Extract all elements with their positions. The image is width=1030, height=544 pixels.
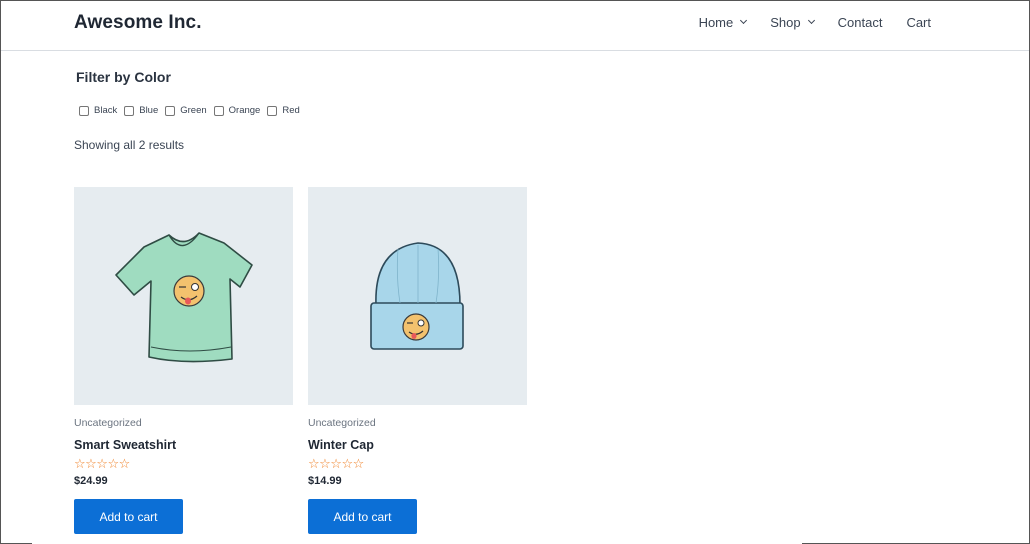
rating-stars: ☆☆☆☆☆ <box>74 456 130 471</box>
add-to-cart-button[interactable]: Add to cart <box>308 499 417 534</box>
rating-stars: ☆☆☆☆☆ <box>308 456 364 471</box>
filter-option-label: Red <box>282 105 300 116</box>
product-name[interactable]: Winter Cap <box>308 438 527 452</box>
filter-title: Filter by Color <box>76 69 171 85</box>
nav-item-contact[interactable]: Contact <box>838 15 883 30</box>
product-price: $24.99 <box>74 475 108 487</box>
checkbox[interactable] <box>79 105 89 116</box>
filter-option-label: Green <box>180 105 207 116</box>
add-to-cart-button[interactable]: Add to cart <box>74 499 183 534</box>
nav-item-label: Shop <box>770 15 801 30</box>
tshirt-icon <box>115 232 253 363</box>
site-title[interactable]: Awesome Inc. <box>74 12 202 34</box>
beanie-icon <box>370 242 464 350</box>
filter-option-label: Blue <box>139 105 159 116</box>
nav-item-label: Cart <box>906 15 931 30</box>
product-card: Uncategorized Smart Sweatshirt ☆☆☆☆☆ $24… <box>74 187 293 534</box>
product-image[interactable] <box>308 187 527 405</box>
filter-option-blue[interactable]: Blue <box>124 105 158 116</box>
checkbox[interactable] <box>124 105 135 116</box>
chevron-down-icon <box>807 16 815 25</box>
nav-item-cart[interactable]: Cart <box>906 15 931 30</box>
product-category[interactable]: Uncategorized <box>308 417 527 429</box>
filter-option-red[interactable]: Red <box>267 105 300 116</box>
nav-item-label: Contact <box>837 15 883 30</box>
filter-option-label: Orange <box>228 105 261 116</box>
nav-item-shop[interactable]: Shop <box>770 15 815 30</box>
filter-option-orange[interactable]: Orange <box>213 105 261 116</box>
main-nav: Home Shop Contact Cart <box>675 15 931 30</box>
nav-item-home[interactable]: Home <box>698 15 748 30</box>
product-name[interactable]: Smart Sweatshirt <box>74 438 293 452</box>
filter-option-black[interactable]: Black <box>79 105 117 116</box>
chevron-down-icon <box>740 16 748 25</box>
product-card: Uncategorized Winter Cap ☆☆☆☆☆ $14.99 Ad… <box>308 187 527 534</box>
site-header: Awesome Inc. Home Shop Contact Cart <box>1 1 1029 51</box>
product-category[interactable]: Uncategorized <box>74 417 293 429</box>
filter-option-green[interactable]: Green <box>165 105 207 116</box>
checkbox[interactable] <box>267 105 278 116</box>
product-price: $14.99 <box>308 475 342 487</box>
checkbox[interactable] <box>213 105 224 116</box>
checkbox[interactable] <box>165 105 176 116</box>
filter-option-label: Black <box>94 105 118 116</box>
nav-item-label: Home <box>698 15 734 30</box>
product-image[interactable] <box>74 187 293 405</box>
color-filter-list: Black Blue Green Orange Red <box>79 105 307 116</box>
results-count: Showing all 2 results <box>74 138 185 152</box>
